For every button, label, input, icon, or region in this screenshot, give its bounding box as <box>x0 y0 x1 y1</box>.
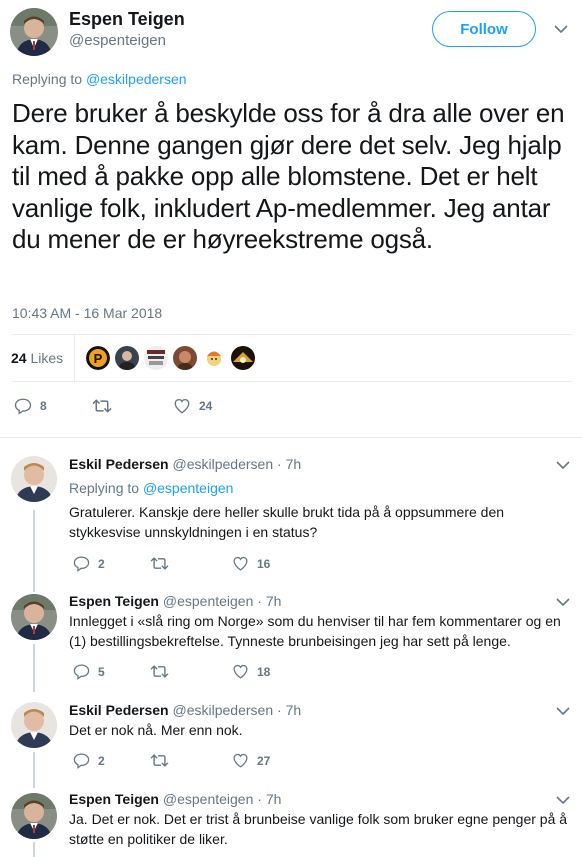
replying-to-handle[interactable]: @espenteigen <box>143 480 234 496</box>
reply-time[interactable]: · 7h <box>277 702 301 718</box>
reply-icon <box>73 752 98 769</box>
heart-icon <box>173 397 199 415</box>
thread-line <box>33 644 35 692</box>
chevron-down-icon[interactable] <box>556 706 570 716</box>
reply-count: 2 <box>98 753 105 768</box>
retweet-button[interactable] <box>150 752 177 769</box>
reply-time[interactable]: · 7h <box>257 593 281 609</box>
likes-row: 24 Likes P <box>0 335 582 381</box>
reply-count: 2 <box>98 556 105 571</box>
tweet-header: Espen Teigen @espenteigen Follow <box>0 0 582 70</box>
reply-button[interactable]: 2 <box>73 555 105 572</box>
thread-line <box>33 842 35 857</box>
liker-avatar[interactable] <box>231 346 255 370</box>
reply-author-name[interactable]: Espen Teigen <box>69 593 159 609</box>
like-button[interactable]: 27 <box>232 752 270 769</box>
chevron-down-icon[interactable] <box>556 597 570 607</box>
reply-text: Ja. Det er nok. Det er trist å brunbeise… <box>69 811 568 847</box>
avatar[interactable] <box>11 456 57 502</box>
thread-line <box>33 752 35 788</box>
reply-count: 8 <box>40 399 47 413</box>
likes-label: Likes <box>30 350 64 366</box>
reply-author-name[interactable]: Espen Teigen <box>69 791 159 807</box>
heart-icon <box>232 663 257 680</box>
likes-number: 24 <box>11 350 27 366</box>
reply-count: 5 <box>98 664 105 679</box>
liker-avatar[interactable] <box>202 346 226 370</box>
likes-separator <box>74 335 75 381</box>
chevron-down-icon[interactable] <box>556 795 570 805</box>
chevron-down-icon[interactable] <box>554 24 568 34</box>
avatar[interactable] <box>10 8 58 56</box>
likes-count[interactable]: 24 Likes <box>11 350 63 366</box>
reply-time[interactable]: · 7h <box>257 791 281 807</box>
chevron-down-icon[interactable] <box>556 460 570 470</box>
reply-button[interactable]: 8 <box>14 397 47 415</box>
reply-author-line: Espen Teigen @espenteigen · 7h <box>69 791 281 807</box>
avatar[interactable] <box>11 702 57 748</box>
avatar[interactable] <box>11 793 57 839</box>
thread-line <box>33 510 35 592</box>
author-handle[interactable]: @espenteigen <box>69 32 166 49</box>
retweet-icon <box>150 752 177 769</box>
reply-icon <box>14 397 40 415</box>
divider <box>0 437 582 438</box>
like-count: 27 <box>257 753 271 768</box>
author-name[interactable]: Espen Teigen <box>69 9 185 30</box>
reply-author-line: Eskil Pedersen @eskilpedersen · 7h <box>69 702 301 718</box>
heart-icon <box>232 555 257 572</box>
divider <box>12 381 572 382</box>
reply-button[interactable]: 2 <box>73 752 105 769</box>
reply-author-handle[interactable]: @espenteigen <box>163 791 254 807</box>
like-count: 16 <box>257 556 271 571</box>
tweet-timestamp[interactable]: 10:43 AM - 16 Mar 2018 <box>12 305 162 321</box>
reply-author-line: Espen Teigen @espenteigen · 7h <box>69 593 281 609</box>
like-button[interactable]: 16 <box>232 555 270 572</box>
reply-text: Gratulerer. Kanskje dere heller skulle b… <box>69 504 505 540</box>
svg-text:P: P <box>94 351 103 366</box>
reply-author-line: Eskil Pedersen @eskilpedersen · 7h <box>69 456 301 472</box>
reply-button[interactable]: 5 <box>73 663 105 680</box>
like-button[interactable]: 24 <box>173 397 212 415</box>
like-count: 24 <box>199 399 213 413</box>
retweet-icon <box>150 555 177 572</box>
liker-avatar[interactable] <box>173 346 197 370</box>
reply-text: Det er nok nå. Mer enn nok. <box>69 722 243 738</box>
retweet-button[interactable] <box>150 555 177 572</box>
replying-prefix: Replying to <box>69 480 140 496</box>
reply-author-handle[interactable]: @espenteigen <box>163 593 254 609</box>
liker-avatar[interactable] <box>144 346 168 370</box>
replying-to: Replying to @eskilpedersen <box>12 71 187 87</box>
reply-author-name[interactable]: Eskil Pedersen <box>69 456 169 472</box>
liker-avatar[interactable] <box>115 346 139 370</box>
replying-prefix: Replying to <box>12 71 83 87</box>
reply-author-handle[interactable]: @eskilpedersen <box>173 456 274 472</box>
follow-button[interactable]: Follow <box>432 11 536 47</box>
liker-avatar[interactable]: P <box>86 346 110 370</box>
reply-icon <box>73 663 98 680</box>
avatar[interactable] <box>11 594 57 640</box>
retweet-icon <box>92 397 120 415</box>
reply-icon <box>73 555 98 572</box>
replying-to: Replying to @espenteigen <box>69 480 233 496</box>
like-button[interactable]: 18 <box>232 663 270 680</box>
reply-author-name[interactable]: Eskil Pedersen <box>69 702 169 718</box>
retweet-button[interactable] <box>150 663 177 680</box>
like-count: 18 <box>257 664 271 679</box>
replying-to-handle[interactable]: @eskilpedersen <box>86 71 187 87</box>
heart-icon <box>232 752 257 769</box>
tweet-text: Dere bruker å beskylde oss for å dra all… <box>12 98 565 254</box>
retweet-button[interactable] <box>92 397 120 415</box>
reply-author-handle[interactable]: @eskilpedersen <box>173 702 274 718</box>
reply-time[interactable]: · 7h <box>277 456 301 472</box>
reply-text: Innlegget i «slå ring om Norge» som du h… <box>69 613 561 649</box>
retweet-icon <box>150 663 177 680</box>
